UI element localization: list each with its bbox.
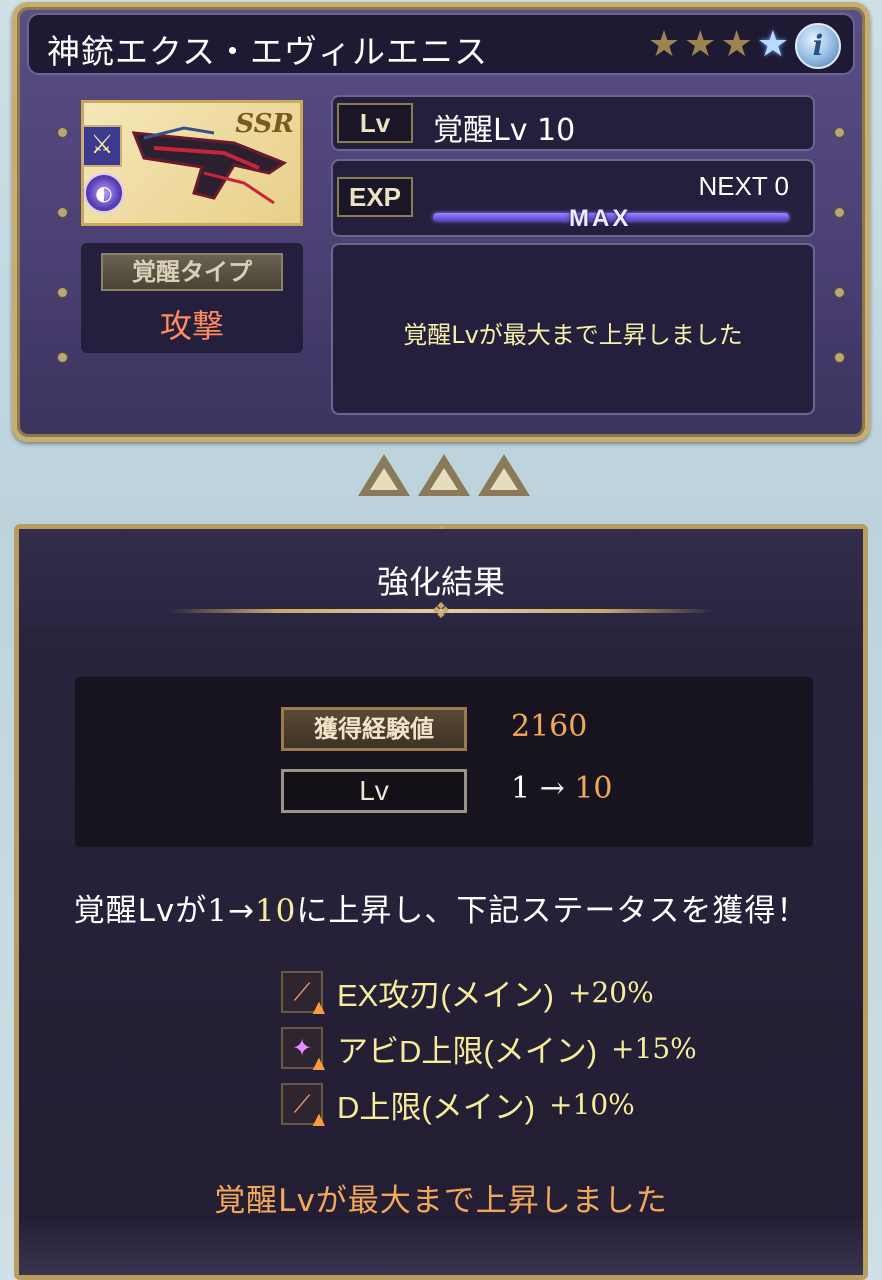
rivet-icon xyxy=(57,352,68,363)
summary-arrow: → xyxy=(227,893,255,929)
bonus-value: +15% xyxy=(611,1031,697,1065)
rivet-icon xyxy=(834,287,845,298)
star-gold-icon: ★ xyxy=(720,24,753,65)
dark-element-icon: ◐ xyxy=(84,173,124,213)
exp-gained-value: 2160 xyxy=(511,709,588,744)
result-header: 強化結果 ❖ xyxy=(19,529,863,629)
summary-suffix: に上昇し、下記ステータスを獲得！ xyxy=(296,893,809,929)
crossed-swords-icon: ⚔ xyxy=(82,125,122,167)
sword-up-icon: ⟋ ▲ xyxy=(281,1083,325,1127)
summary-prefix: 覚醒Lvが xyxy=(73,893,208,929)
weapon-card: 神銃エクス・エヴィルエニス ★ ★ ★ ★ i ⚔ ◐ SSR 覚醒タイプ 攻撃… xyxy=(12,2,870,442)
triangle-icon xyxy=(358,454,410,496)
bonus-item: ✦ ▲ アビD上限(メイン) +15% xyxy=(281,1025,697,1071)
awaken-type-panel: 覚醒タイプ 攻撃 xyxy=(81,243,303,353)
star-blue-icon: ★ xyxy=(756,24,789,65)
rarity-badge: SSR xyxy=(235,109,294,139)
rivet-icon xyxy=(57,287,68,298)
exp-tag: EXP xyxy=(337,177,413,217)
bonus-name: D上限(メイン) xyxy=(337,1089,536,1125)
lv-arrow: → xyxy=(539,771,565,806)
weapon-thumbnail[interactable]: ⚔ ◐ SSR xyxy=(81,100,303,226)
lv-to: 10 xyxy=(574,771,613,806)
bonus-item: ⟋ ▲ EX攻刃(メイン) +20% xyxy=(281,969,654,1015)
summary-from: 1 xyxy=(207,893,228,929)
star-gold-icon: ★ xyxy=(647,24,681,65)
status-message-panel: 覚醒Lvが最大まで上昇しました xyxy=(331,243,815,415)
level-row: Lv 覚醒Lv 10 xyxy=(331,95,815,151)
rarity-stars: ★ ★ ★ ★ xyxy=(647,24,789,65)
rivet-icon xyxy=(834,207,845,218)
weapon-name: 神銃エクス・エヴィルエニス xyxy=(47,32,489,71)
bonus-name: EX攻刃(メイン) xyxy=(337,977,554,1013)
info-icon[interactable]: i xyxy=(795,23,841,69)
ornament-icon: ❖ xyxy=(431,599,451,624)
star-gold-icon: ★ xyxy=(684,24,717,65)
status-message: 覚醒Lvが最大まで上昇しました xyxy=(403,321,743,349)
result-stats-box: 獲得経験値 2160 Lv 1 → 10 xyxy=(75,677,813,847)
rivet-icon xyxy=(834,352,845,363)
bonus-item: ⟋ ▲ D上限(メイン) +10% xyxy=(281,1081,635,1127)
awaken-type-label: 覚醒タイプ xyxy=(101,253,283,291)
lv-change: 1 → 10 xyxy=(511,771,613,806)
triangle-icon xyxy=(478,454,530,496)
rivet-icon xyxy=(57,127,68,138)
bottom-ornament xyxy=(19,1215,863,1275)
footer-message: 覚醒Lvが最大まで上昇しました xyxy=(214,1183,668,1219)
lv-label: Lv xyxy=(281,769,467,813)
awaken-level: 覚醒Lv 10 xyxy=(433,113,576,148)
progress-arrows xyxy=(358,454,530,496)
max-label: MAX xyxy=(569,205,632,232)
sparkle-up-icon: ✦ ▲ xyxy=(281,1027,325,1071)
next-exp-label: NEXT 0 xyxy=(698,171,789,201)
exp-row: EXP NEXT 0 MAX xyxy=(331,159,815,237)
rivet-icon xyxy=(57,207,68,218)
title-bar: 神銃エクス・エヴィルエニス ★ ★ ★ ★ i xyxy=(27,13,855,75)
triangle-icon xyxy=(418,454,470,496)
exp-gained-label: 獲得経験値 xyxy=(281,707,467,751)
result-panel: ❖ 強化結果 ❖ 獲得経験値 2160 Lv 1 → 10 覚醒Lvが1→10に… xyxy=(14,521,868,1280)
rivet-icon xyxy=(834,127,845,138)
summary-to: 10 xyxy=(254,893,297,929)
result-title: 強化結果 xyxy=(376,563,505,601)
lv-from: 1 xyxy=(511,771,531,806)
awaken-type-value: 攻撃 xyxy=(159,307,224,345)
summary-text: 覚醒Lvが1→10に上昇し、下記ステータスを獲得！ xyxy=(19,885,863,930)
lv-tag: Lv xyxy=(337,103,413,143)
bonus-name: アビD上限(メイン) xyxy=(337,1033,598,1069)
bonus-value: +10% xyxy=(549,1087,635,1121)
sword-up-icon: ⟋ ▲ xyxy=(281,971,325,1015)
bonus-value: +20% xyxy=(568,975,654,1009)
